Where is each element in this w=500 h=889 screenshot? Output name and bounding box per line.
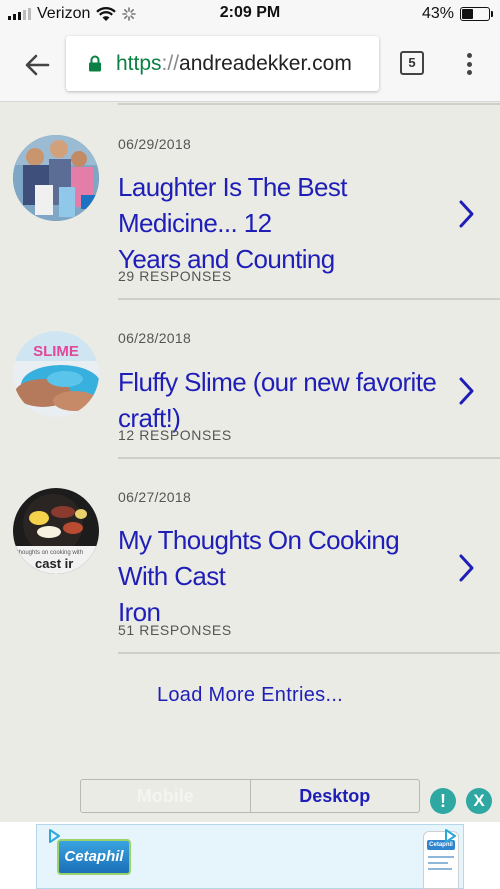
entry-title[interactable]: Fluffy Slime (our new favorite craft!) [118, 364, 446, 436]
back-arrow-icon[interactable] [22, 50, 52, 80]
entry-title-line[interactable]: Laughter Is The Best Medicine... 12 [118, 169, 446, 241]
entry-title-line[interactable]: Fluffy Slime (our new favorite craft!) [118, 364, 446, 436]
entry-title[interactable]: Laughter Is The Best Medicine... 12 Year… [118, 169, 446, 277]
status-bar: Verizon 2:09 PM 43% [0, 0, 500, 28]
url-host: andreadekker.com [179, 51, 352, 75]
battery-icon [460, 7, 493, 21]
entry-responses[interactable]: 29 RESPONSES [118, 268, 232, 284]
address-bar[interactable]: https://andreadekker.com [66, 36, 379, 91]
url-scheme: https [116, 51, 162, 75]
chevron-right-icon[interactable] [456, 376, 476, 406]
thumb-text-big: cast ir [35, 556, 73, 571]
overflow-menu-icon[interactable] [462, 50, 476, 78]
chevron-right-icon[interactable] [456, 199, 476, 229]
load-more-link[interactable]: Load More Entries... [0, 684, 500, 707]
entry-responses[interactable]: 51 RESPONSES [118, 622, 232, 638]
entry-responses[interactable]: 12 RESPONSES [118, 427, 232, 443]
entry-date: 06/29/2018 [118, 136, 192, 152]
battery-percent: 43% [421, 5, 454, 22]
lock-icon [89, 55, 101, 72]
entry-thumbnail-slime[interactable]: SLIME [13, 331, 99, 417]
entry-thumbnail-cast-iron[interactable]: thoughts on cooking with cast ir [13, 488, 99, 574]
entry-thumbnail-family[interactable] [13, 135, 99, 221]
ad-brand-logo[interactable]: Cetaphil [57, 839, 131, 875]
desktop-view-button[interactable]: Desktop [251, 780, 420, 812]
entry-date: 06/27/2018 [118, 489, 192, 505]
status-right: 43% [421, 5, 493, 23]
divider [118, 652, 500, 654]
ad-close-button[interactable]: X [466, 788, 492, 814]
ad-banner[interactable]: Cetaphil Cetaphil [0, 822, 500, 889]
entry-title-line[interactable]: My Thoughts On Cooking With Cast [118, 522, 446, 594]
entry-date: 06/28/2018 [118, 330, 192, 346]
url-separator: :// [161, 51, 180, 75]
adchoices-icon[interactable] [443, 829, 457, 843]
mobile-view-button[interactable]: Mobile [81, 780, 251, 812]
entry-title[interactable]: My Thoughts On Cooking With Cast Iron [118, 522, 446, 630]
tabs-button[interactable]: 5 [400, 51, 424, 75]
thumb-text-slime: SLIME [33, 343, 79, 360]
ad-info-button[interactable]: ! [430, 788, 456, 814]
ad-frame[interactable]: Cetaphil Cetaphil [36, 824, 464, 889]
divider [118, 298, 500, 300]
chevron-right-icon[interactable] [456, 553, 476, 583]
divider [118, 457, 500, 459]
divider [118, 103, 500, 105]
view-switch: Mobile Desktop [80, 779, 420, 813]
browser-toolbar: https://andreadekker.com 5 [0, 28, 500, 102]
